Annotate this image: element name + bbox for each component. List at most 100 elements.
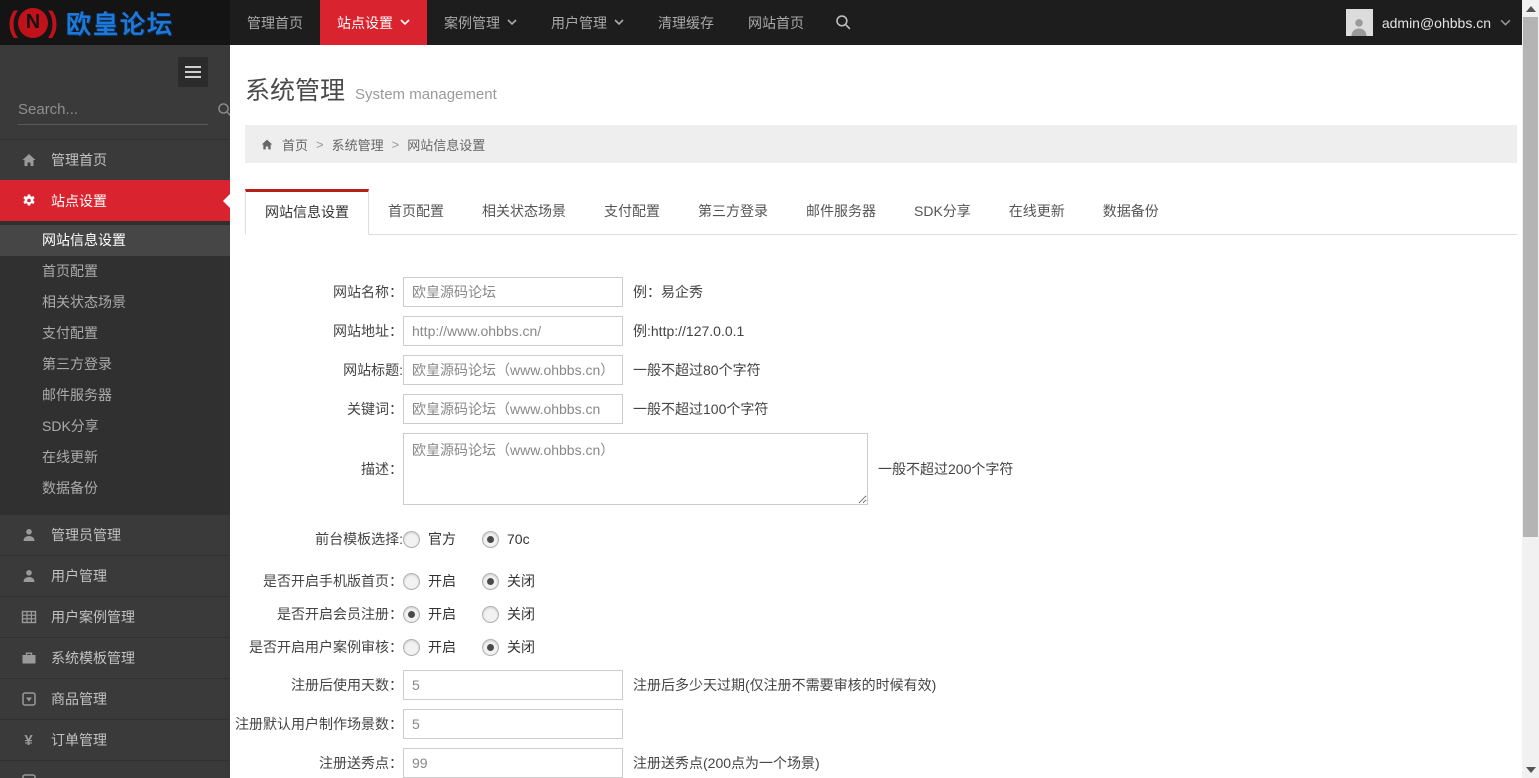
search-icon[interactable] <box>217 102 230 118</box>
sidebar-item-label: 系统模板管理 <box>51 648 135 668</box>
keywords-label: 关键词： <box>230 399 403 419</box>
member-reg-off-radio[interactable] <box>482 606 499 623</box>
sidebar-item-user-case-management[interactable]: 用户案例管理 <box>0 596 230 637</box>
brand-logo[interactable]: ( N ) 欧皇论坛 <box>0 0 230 45</box>
template-official-radio[interactable] <box>403 531 420 548</box>
sidebar-item-template-management[interactable]: 系统模板管理 <box>0 637 230 678</box>
nav-item-label: 站点设置 <box>337 13 393 33</box>
sidebar-item-label: 商品管理 <box>51 689 107 709</box>
nav-item-label: 用户管理 <box>551 13 607 33</box>
main-content: 系统管理 System management 首页 > 系统管理 > 网站信息设… <box>230 45 1539 778</box>
submenu-item-site-info[interactable]: 网站信息设置 <box>0 225 230 256</box>
submenu-item-mail-server[interactable]: 邮件服务器 <box>0 380 230 411</box>
submenu-item-third-party-login[interactable]: 第三方登录 <box>0 349 230 380</box>
site-name-input[interactable] <box>403 277 623 307</box>
mobile-home-on-option[interactable]: 开启 <box>428 571 456 591</box>
template-70c-option[interactable]: 70c <box>507 531 530 547</box>
sidebar-item-admin-home[interactable]: 管理首页 <box>0 139 230 180</box>
case-audit-off-option[interactable]: 关闭 <box>507 637 535 657</box>
case-audit-off-radio[interactable] <box>482 639 499 656</box>
submenu-item-home-config[interactable]: 首页配置 <box>0 256 230 287</box>
member-reg-on-option[interactable]: 开启 <box>428 604 456 624</box>
scrollbar-thumb[interactable] <box>1523 17 1538 537</box>
user-email: admin@ohbbs.cn <box>1382 15 1491 31</box>
nav-item-user-management[interactable]: 用户管理 <box>534 0 641 45</box>
sidebar-item-order-management[interactable]: ¥ 订单管理 <box>0 719 230 760</box>
nav-item-admin-home[interactable]: 管理首页 <box>230 0 320 45</box>
sidebar-item-product-management[interactable]: 商品管理 <box>0 678 230 719</box>
submenu-item-status-scene[interactable]: 相关状态场景 <box>0 287 230 318</box>
user-menu[interactable]: admin@ohbbs.cn <box>1346 0 1539 45</box>
tab-status-scene[interactable]: 相关状态场景 <box>463 189 585 235</box>
tab-payment-config[interactable]: 支付配置 <box>585 189 679 235</box>
nav-item-site-settings[interactable]: 站点设置 <box>320 0 427 45</box>
nav-item-label: 管理首页 <box>247 13 303 33</box>
template-70c-radio[interactable] <box>482 531 499 548</box>
reg-points-input[interactable] <box>403 748 623 778</box>
scrollbar-up-button[interactable] <box>1522 0 1539 17</box>
page-subtitle: System management <box>355 86 497 103</box>
chevron-down-icon <box>614 19 624 26</box>
nav-item-clear-cache[interactable]: 清理缓存 <box>641 0 731 45</box>
square-icon <box>20 773 37 778</box>
site-name-hint: 例：易企秀 <box>633 282 703 302</box>
nav-item-site-home[interactable]: 网站首页 <box>731 0 821 45</box>
submenu-item-sdk-share[interactable]: SDK分享 <box>0 411 230 442</box>
chevron-down-icon <box>1500 14 1511 32</box>
page-scrollbar[interactable] <box>1522 0 1539 778</box>
tab-mail-server[interactable]: 邮件服务器 <box>787 189 895 235</box>
hamburger-menu-icon[interactable] <box>178 57 208 87</box>
breadcrumb: 首页 > 系统管理 > 网站信息设置 <box>245 125 1517 163</box>
breadcrumb-separator: > <box>392 137 400 152</box>
site-info-form: 网站名称： 例：易企秀 网站地址： 例:http://127.0.0.1 网站标… <box>230 235 1539 778</box>
submenu-item-online-update[interactable]: 在线更新 <box>0 442 230 473</box>
template-official-option[interactable]: 官方 <box>428 529 456 549</box>
sidebar-item-user-management[interactable]: 用户管理 <box>0 555 230 596</box>
nav-item-case-management[interactable]: 案例管理 <box>427 0 534 45</box>
template-label: 前台模板选择: <box>230 529 403 549</box>
keywords-input[interactable] <box>403 394 623 424</box>
breadcrumb-current: 网站信息设置 <box>407 135 485 154</box>
nav-search-button[interactable] <box>821 0 866 45</box>
chevron-down-icon <box>400 19 410 26</box>
submenu-item-data-backup[interactable]: 数据备份 <box>0 473 230 504</box>
description-hint: 一般不超过200个字符 <box>878 459 1013 479</box>
nav-item-label: 清理缓存 <box>658 13 714 33</box>
scrollbar-down-button[interactable] <box>1522 761 1539 778</box>
submenu-item-payment-config[interactable]: 支付配置 <box>0 318 230 349</box>
tab-sdk-share[interactable]: SDK分享 <box>895 189 990 235</box>
avatar <box>1346 9 1373 36</box>
brand-emblem-icon: N <box>18 8 48 38</box>
tab-home-config[interactable]: 首页配置 <box>369 189 463 235</box>
mobile-home-off-radio[interactable] <box>482 573 499 590</box>
mobile-home-on-radio[interactable] <box>403 573 420 590</box>
sidebar-item-admin-management[interactable]: 管理员管理 <box>0 514 230 555</box>
sidebar: 管理首页 站点设置 网站信息设置 首页配置 相关状态场景 支付配置 第三方登录 … <box>0 45 230 778</box>
sidebar-item-site-settings[interactable]: 站点设置 <box>0 180 230 221</box>
sidebar-search-input[interactable] <box>18 101 217 118</box>
sidebar-item-partial[interactable] <box>0 760 230 778</box>
tab-data-backup[interactable]: 数据备份 <box>1084 189 1178 235</box>
mobile-home-off-option[interactable]: 关闭 <box>507 571 535 591</box>
reg-scenes-input[interactable] <box>403 709 623 739</box>
tab-site-info[interactable]: 网站信息设置 <box>245 189 369 235</box>
case-audit-on-radio[interactable] <box>403 639 420 656</box>
caret-square-icon <box>20 691 37 708</box>
breadcrumb-system-management[interactable]: 系统管理 <box>332 135 384 154</box>
site-url-label: 网站地址： <box>230 321 403 341</box>
case-audit-on-option[interactable]: 开启 <box>428 637 456 657</box>
description-textarea[interactable]: 欧皇源码论坛（www.ohbbs.cn） <box>403 433 868 505</box>
tab-third-party-login[interactable]: 第三方登录 <box>679 189 787 235</box>
sidebar-item-label: 用户管理 <box>51 566 107 586</box>
tab-online-update[interactable]: 在线更新 <box>990 189 1084 235</box>
member-reg-off-option[interactable]: 关闭 <box>507 604 535 624</box>
site-url-input[interactable] <box>403 316 623 346</box>
keywords-hint: 一般不超过100个字符 <box>633 399 768 419</box>
description-label: 描述： <box>230 459 403 479</box>
reg-days-hint: 注册后多少天过期(仅注册不需要审核的时候有效) <box>633 675 936 695</box>
breadcrumb-home[interactable]: 首页 <box>282 135 308 154</box>
reg-days-input[interactable] <box>403 670 623 700</box>
reg-scenes-label: 注册默认用户制作场景数： <box>230 714 403 734</box>
site-title-input[interactable] <box>403 355 623 385</box>
member-reg-on-radio[interactable] <box>403 606 420 623</box>
